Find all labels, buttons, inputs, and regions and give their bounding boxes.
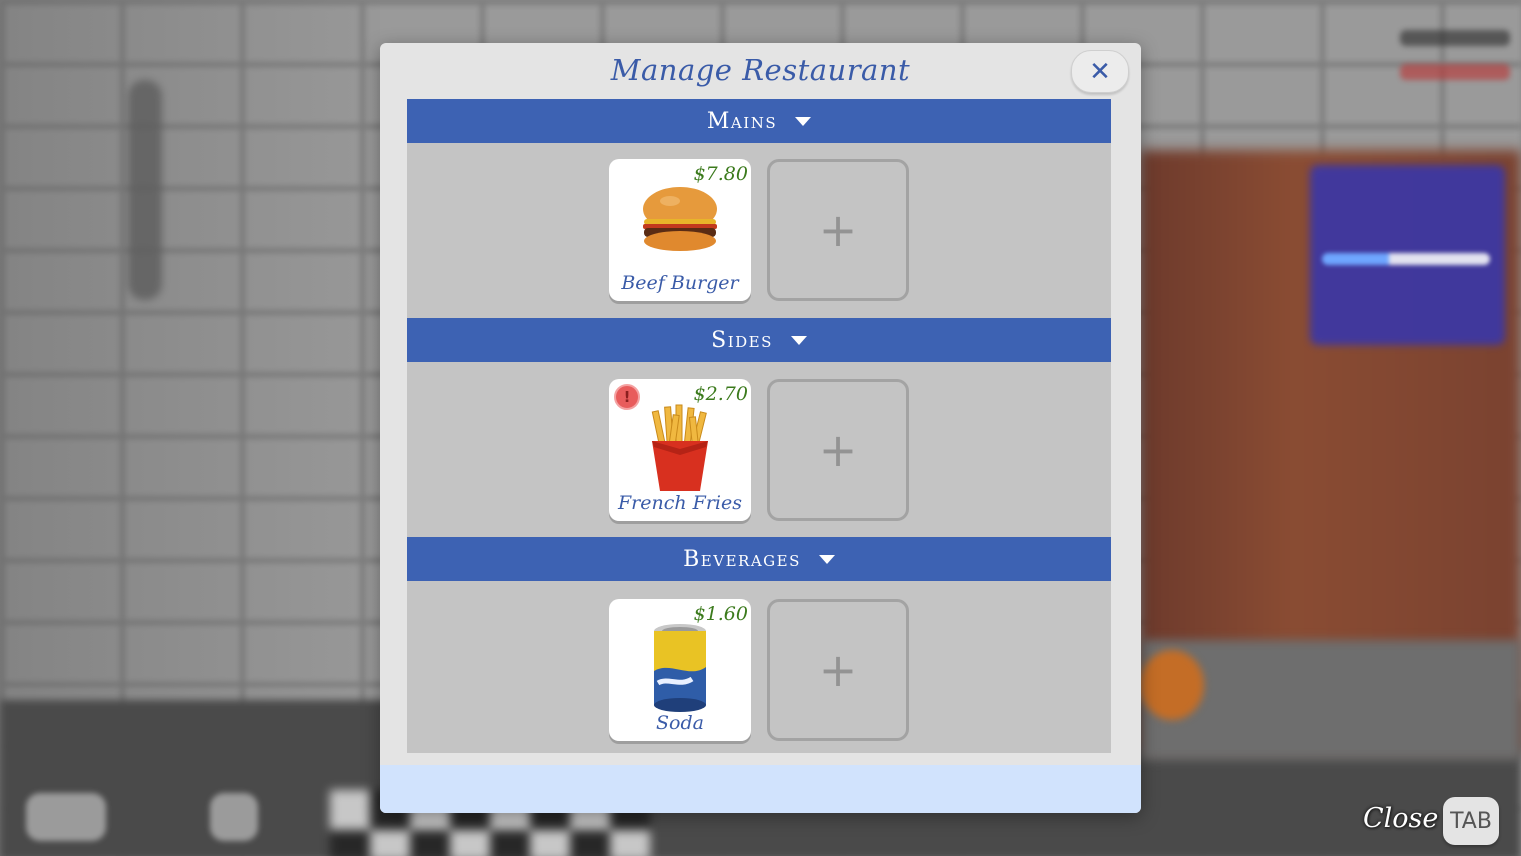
menu-item-french-fries[interactable]: ! $2.70 French Fries (609, 379, 751, 521)
item-name: Beef Burger (621, 272, 739, 294)
warning-icon[interactable]: ! (614, 384, 640, 410)
menu-sections: Mains $7.80 Beef Burger + Sides ! $2.70 … (407, 99, 1111, 753)
plus-icon: + (818, 203, 858, 257)
tab-key-label: TAB (1450, 808, 1492, 834)
add-beverage-button[interactable]: + (767, 599, 909, 741)
money-display (1400, 30, 1510, 110)
caret-down-icon (790, 335, 807, 345)
section-header-mains[interactable]: Mains (407, 99, 1111, 143)
burger-icon (643, 187, 717, 251)
item-name: Soda (656, 712, 704, 734)
item-name: French Fries (617, 492, 742, 514)
item-price: $7.80 (693, 163, 748, 185)
objectives-progress-bar (1322, 253, 1490, 265)
wall-pipe (128, 80, 162, 300)
item-price: $2.70 (693, 383, 748, 405)
tab-key-button[interactable]: TAB (1443, 797, 1499, 845)
plus-icon: + (818, 423, 858, 477)
section-header-sides[interactable]: Sides (407, 318, 1111, 362)
menu-item-beef-burger[interactable]: $7.80 Beef Burger (609, 159, 751, 301)
section-title: Sides (711, 327, 773, 353)
plus-icon: + (818, 643, 858, 697)
manage-restaurant-dialog: Manage Restaurant ✕ Mains $7.80 Beef Bur… (380, 43, 1141, 813)
dialog-footer (380, 765, 1141, 813)
dialog-title: Manage Restaurant (610, 53, 911, 87)
add-side-button[interactable]: + (767, 379, 909, 521)
menu-item-soda[interactable]: $1.60 Soda (609, 599, 751, 741)
hud-button-left (26, 793, 106, 841)
caret-down-icon (818, 554, 835, 564)
section-title: Mains (706, 108, 778, 134)
item-price: $1.60 (693, 603, 748, 625)
section-title: Beverages (683, 546, 801, 572)
add-main-button[interactable]: + (767, 159, 909, 301)
close-icon: ✕ (1089, 56, 1111, 87)
soda-can-icon (654, 624, 706, 712)
burger-prop (1140, 650, 1204, 720)
close-hint-label: Close (1363, 803, 1439, 834)
section-header-beverages[interactable]: Beverages (407, 537, 1111, 581)
hud-button-small (210, 793, 258, 841)
caret-down-icon (795, 116, 812, 126)
close-button[interactable]: ✕ (1071, 50, 1129, 93)
fries-icon (651, 404, 708, 491)
